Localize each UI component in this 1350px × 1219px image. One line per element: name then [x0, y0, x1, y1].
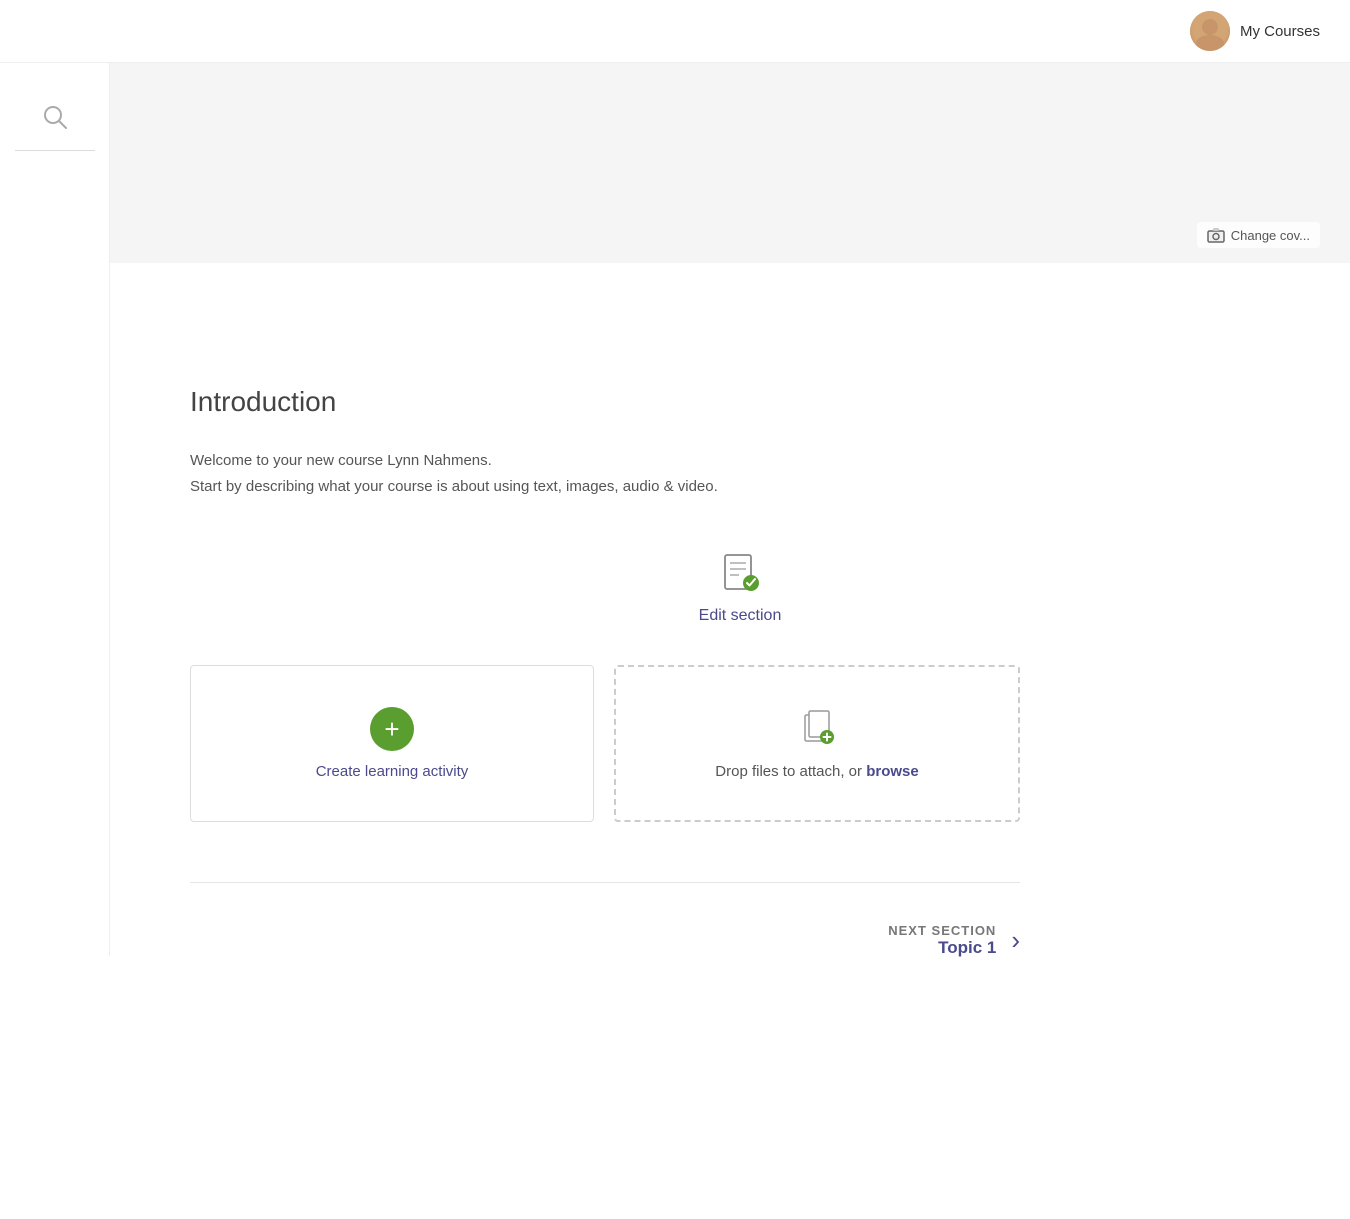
- drop-text: Drop files to attach, or browse: [715, 763, 918, 780]
- header-right: My Courses: [1190, 11, 1320, 51]
- edit-section-icon: [715, 549, 765, 599]
- drop-files-card[interactable]: Drop files to attach, or browse: [614, 665, 1020, 822]
- next-section-text: NEXT SECTION Topic 1: [888, 923, 996, 958]
- welcome-line1: Welcome to your new course Lynn Nahmens.: [190, 448, 1290, 474]
- create-activity-label: Create learning activity: [316, 763, 469, 780]
- browse-link[interactable]: browse: [866, 763, 919, 780]
- action-cards: + Create learning activity Drop files to…: [190, 665, 1020, 822]
- hero-area: Change cov...: [0, 63, 1350, 263]
- change-cover-button[interactable]: Change cov...: [1197, 222, 1320, 248]
- section-divider: [190, 882, 1020, 883]
- change-cover-label: Change cov...: [1231, 228, 1310, 243]
- avatar[interactable]: [1190, 11, 1230, 51]
- search-icon[interactable]: [41, 103, 69, 138]
- header: My Courses: [0, 0, 1350, 63]
- my-courses-link[interactable]: My Courses: [1240, 23, 1320, 40]
- main-content: Introduction Welcome to your new course …: [110, 326, 1350, 1219]
- chevron-right-icon: ›: [1011, 925, 1020, 956]
- sidebar: [0, 63, 110, 956]
- edit-section-button[interactable]: Edit section: [699, 549, 782, 625]
- next-section-label: NEXT SECTION: [888, 923, 996, 938]
- sidebar-divider: [15, 150, 95, 151]
- edit-section-area: Edit section: [190, 549, 1290, 625]
- welcome-text: Welcome to your new course Lynn Nahmens.…: [190, 448, 1290, 499]
- camera-icon: [1207, 227, 1225, 243]
- edit-section-label: Edit section: [699, 607, 782, 625]
- create-activity-card[interactable]: + Create learning activity: [190, 665, 594, 822]
- next-section-name: Topic 1: [888, 938, 996, 958]
- file-upload-icon: [795, 707, 839, 751]
- plus-icon: +: [370, 707, 414, 751]
- section-title: Introduction: [190, 386, 1290, 418]
- welcome-line2: Start by describing what your course is …: [190, 474, 1290, 500]
- next-section-nav[interactable]: NEXT SECTION Topic 1 ›: [190, 923, 1020, 958]
